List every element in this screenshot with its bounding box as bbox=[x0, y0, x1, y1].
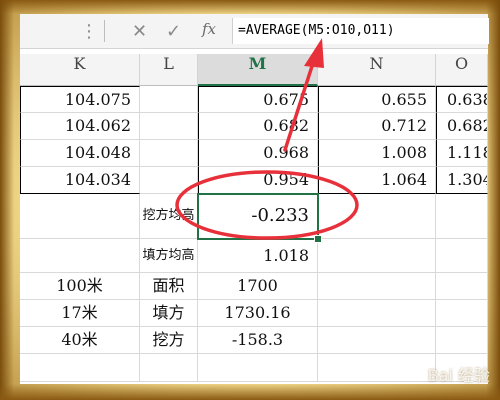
column-header-o[interactable]: O bbox=[436, 54, 488, 86]
cell-k1[interactable]: 104.075 bbox=[20, 86, 140, 113]
cell-n1[interactable]: 0.655 bbox=[318, 86, 436, 113]
formula-input[interactable]: =AVERAGE(M5:O10,O11) bbox=[232, 18, 489, 44]
cell-k8[interactable]: 17米 bbox=[20, 300, 140, 327]
column-header-n[interactable]: N bbox=[318, 54, 436, 86]
cell-l6[interactable]: 填方均高 bbox=[140, 239, 198, 273]
cell-o7[interactable] bbox=[436, 273, 488, 300]
column-header-m[interactable]: M bbox=[198, 54, 318, 86]
cell-o2[interactable]: 0.682 bbox=[436, 113, 488, 140]
spreadsheet-window: ⋮ ✕ ✓ fx =AVERAGE(M5:O10,O11) K L M N O … bbox=[20, 14, 489, 384]
watermark-logo: Bai 经验 bbox=[427, 366, 490, 385]
column-header-k[interactable]: K bbox=[20, 54, 140, 86]
cell-k3[interactable]: 104.048 bbox=[20, 140, 140, 167]
cell-l5[interactable]: 挖方均高 bbox=[140, 194, 198, 239]
cell-n5[interactable] bbox=[318, 194, 436, 239]
fill-handle[interactable] bbox=[314, 235, 322, 243]
cell-o1[interactable]: 0.638 bbox=[436, 86, 488, 113]
cell-n4[interactable]: 1.064 bbox=[318, 167, 436, 194]
frame-edge bbox=[0, 384, 500, 400]
formula-bar: ⋮ ✕ ✓ fx =AVERAGE(M5:O10,O11) bbox=[20, 14, 489, 49]
divider bbox=[104, 20, 105, 42]
cell-k10[interactable] bbox=[20, 354, 140, 382]
cell-o4[interactable]: 1.304 bbox=[436, 167, 488, 194]
cell-n9[interactable] bbox=[318, 327, 436, 354]
cell-l7[interactable]: 面积 bbox=[140, 273, 198, 300]
close-icon[interactable]: ✕ bbox=[132, 21, 147, 42]
active-cell-border bbox=[197, 193, 319, 240]
cell-l10[interactable] bbox=[140, 354, 198, 382]
cell-o5[interactable] bbox=[436, 194, 488, 239]
cell-k5[interactable] bbox=[20, 194, 140, 239]
cell-m2[interactable]: 0.682 bbox=[198, 113, 318, 140]
cell-k2[interactable]: 104.062 bbox=[20, 113, 140, 140]
cell-k6[interactable] bbox=[20, 239, 140, 273]
insert-function-icon[interactable]: fx bbox=[202, 20, 216, 38]
formula-text: =AVERAGE(M5:O10,O11) bbox=[238, 23, 395, 38]
cell-m4[interactable]: 0.954 bbox=[198, 167, 318, 194]
cell-m6[interactable]: 1.018 bbox=[198, 239, 318, 273]
cell-l2[interactable] bbox=[140, 113, 198, 140]
cell-l3[interactable] bbox=[140, 140, 198, 167]
formula-bar-grip-icon: ⋮ bbox=[80, 21, 98, 42]
cell-n8[interactable] bbox=[318, 300, 436, 327]
cell-l8[interactable]: 填方 bbox=[140, 300, 198, 327]
cell-m8[interactable]: 1730.16 bbox=[198, 300, 318, 327]
cell-o9[interactable] bbox=[436, 327, 488, 354]
frame-edge bbox=[486, 0, 500, 400]
cell-k9[interactable]: 40米 bbox=[20, 327, 140, 354]
cell-k7[interactable]: 100米 bbox=[20, 273, 140, 300]
cell-n2[interactable]: 0.712 bbox=[318, 113, 436, 140]
check-icon[interactable]: ✓ bbox=[166, 21, 181, 42]
cell-o6[interactable] bbox=[436, 239, 488, 273]
cell-o3[interactable]: 1.118 bbox=[436, 140, 488, 167]
cell-l4[interactable] bbox=[140, 167, 198, 194]
cell-n7[interactable] bbox=[318, 273, 436, 300]
column-header-l[interactable]: L bbox=[140, 54, 198, 86]
cell-m9[interactable]: -158.3 bbox=[198, 327, 318, 354]
frame-edge bbox=[0, 0, 14, 400]
cell-m1[interactable]: 0.675 bbox=[198, 86, 318, 113]
cell-m7[interactable]: 1700 bbox=[198, 273, 318, 300]
cell-l9[interactable]: 挖方 bbox=[140, 327, 198, 354]
cell-k4[interactable]: 104.034 bbox=[20, 167, 140, 194]
cell-o8[interactable] bbox=[436, 300, 488, 327]
cell-n6[interactable] bbox=[318, 239, 436, 273]
cell-n10[interactable] bbox=[318, 354, 436, 382]
cell-n3[interactable]: 1.008 bbox=[318, 140, 436, 167]
cell-l1[interactable] bbox=[140, 86, 198, 113]
cell-m10[interactable] bbox=[198, 354, 318, 382]
cell-m3[interactable]: 0.968 bbox=[198, 140, 318, 167]
frame-edge bbox=[0, 0, 500, 14]
